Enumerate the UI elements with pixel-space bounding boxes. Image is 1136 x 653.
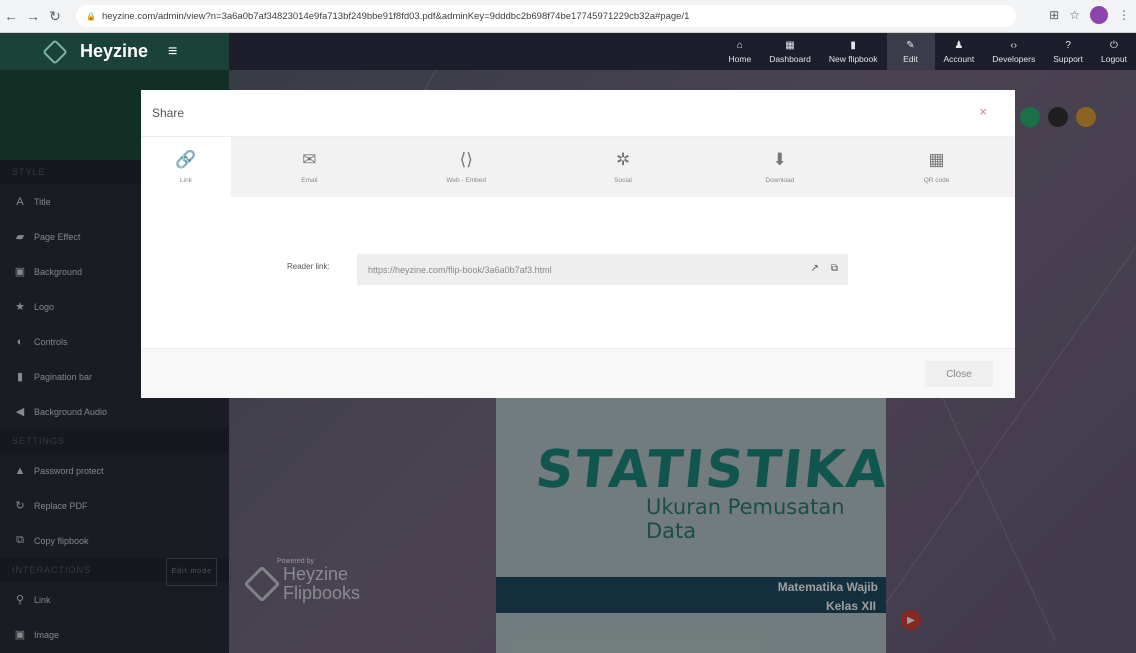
share-modal: Share × 🔗 Link ✉ Email ⟨⟩ Web - Embed ✲ Social ⬇… — [141, 90, 1015, 398]
dashboard-icon: ▦ — [785, 39, 795, 51]
nav-account[interactable]: ♟ Account — [935, 33, 984, 70]
nav-support[interactable]: ? Support — [1044, 33, 1092, 70]
tab-label: QR code — [923, 177, 950, 184]
browser-actions: ⊞ ☆ ⋮ — [1049, 6, 1130, 24]
back-icon[interactable]: ← — [0, 5, 22, 27]
reader-link-url: https://heyzine.com/flip-book/3a6a0b7af3… — [368, 264, 552, 275]
share-tabs: 🔗 Link ✉ Email ⟨⟩ Web - Embed ✲ Social ⬇ Download… — [141, 137, 1015, 197]
qr-code-icon: ▦ — [928, 150, 945, 169]
nav-label: Dashboard — [769, 53, 811, 64]
envelope-icon: ✉ — [302, 150, 317, 169]
address-bar[interactable]: 🔒 heyzine.com/admin/view?n=3a6a0b7af3482… — [76, 5, 1016, 27]
modal-body: Reader link: https://heyzine.com/flip-bo… — [141, 197, 1015, 348]
translate-icon[interactable]: ⊞ — [1049, 8, 1059, 22]
nav-label: Account — [943, 53, 975, 64]
tab-label: Email — [301, 177, 318, 184]
tab-label: Social — [614, 177, 632, 184]
tab-link[interactable]: 🔗 Link — [141, 137, 231, 197]
tab-label: Download — [765, 177, 795, 184]
reader-link-field[interactable]: https://heyzine.com/flip-book/3a6a0b7af3… — [357, 254, 848, 285]
hamburger-menu-icon[interactable]: ≡ — [168, 43, 177, 61]
tab-download[interactable]: ⬇ Download — [701, 137, 858, 197]
reload-icon[interactable]: ↻ — [44, 5, 66, 27]
download-icon: ⬇ — [772, 150, 787, 169]
lock-icon: 🔒 — [86, 11, 96, 21]
tab-label: Web - Embed — [446, 177, 486, 184]
nav-dashboard[interactable]: ▦ Dashboard — [760, 33, 820, 70]
app-header: Heyzine ≡ ⌂ Home ▦ Dashboard ▮ New flipbook ✎ E… — [0, 33, 1136, 70]
nav-home[interactable]: ⌂ Home — [720, 33, 761, 70]
tab-label: Link — [180, 177, 192, 184]
modal-header: Share × — [141, 90, 1015, 137]
tab-qr-code[interactable]: ▦ QR code — [858, 137, 1015, 197]
browser-toolbar: ← → ↻ 🔒 heyzine.com/admin/view?n=3a6a0b7… — [0, 0, 1136, 33]
link-actions: ↗ ⧉ — [810, 263, 838, 274]
nav-edit[interactable]: ✎ Edit — [886, 33, 935, 70]
link-icon: 🔗 — [175, 150, 197, 169]
nav-developers[interactable]: ‹› Developers — [983, 33, 1044, 70]
reader-link-label: Reader link: — [287, 262, 330, 271]
modal-footer: Close — [141, 348, 1015, 398]
share-network-icon: ✲ — [615, 150, 631, 169]
pencil-icon: ✎ — [906, 39, 915, 51]
nav-logout[interactable]: ⏻ Logout — [1092, 33, 1136, 70]
nav-label: Developers — [992, 53, 1036, 64]
menu-dots-icon[interactable]: ⋮ — [1118, 8, 1130, 22]
code-icon: ‹› — [1010, 39, 1018, 51]
forward-icon[interactable]: → — [22, 5, 44, 27]
nav-label: Logout — [1101, 53, 1127, 64]
tab-social[interactable]: ✲ Social — [545, 137, 702, 197]
copy-icon[interactable]: ⧉ — [831, 263, 838, 274]
nav-label: Support — [1053, 53, 1083, 64]
brand[interactable]: Heyzine ≡ — [0, 33, 229, 70]
nav-new-flipbook[interactable]: ▮ New flipbook — [820, 33, 887, 70]
bookmark-star-icon[interactable]: ☆ — [1069, 8, 1080, 22]
nav-label: Edit — [903, 53, 918, 64]
home-icon: ⌂ — [736, 39, 743, 51]
top-nav: ⌂ Home ▦ Dashboard ▮ New flipbook ✎ Edit ♟ Accoun… — [720, 33, 1136, 70]
profile-avatar[interactable] — [1090, 6, 1108, 24]
question-icon: ? — [1065, 39, 1071, 51]
tab-web-embed[interactable]: ⟨⟩ Web - Embed — [388, 137, 545, 197]
nav-label: New flipbook — [828, 53, 878, 64]
file-icon: ▮ — [850, 39, 856, 51]
url-text: heyzine.com/admin/view?n=3a6a0b7af348230… — [101, 10, 690, 22]
nav-label: Home — [728, 53, 752, 64]
close-icon[interactable]: × — [979, 104, 987, 119]
tab-email[interactable]: ✉ Email — [231, 137, 388, 197]
heyzine-logo-icon — [42, 38, 68, 65]
user-icon: ♟ — [954, 39, 964, 51]
close-button[interactable]: Close — [925, 361, 993, 387]
modal-title: Share — [152, 106, 185, 120]
brand-name: Heyzine — [80, 41, 149, 61]
embed-icon: ⟨⟩ — [459, 150, 473, 169]
power-icon: ⏻ — [1110, 39, 1118, 51]
open-external-icon[interactable]: ↗ — [810, 263, 818, 274]
